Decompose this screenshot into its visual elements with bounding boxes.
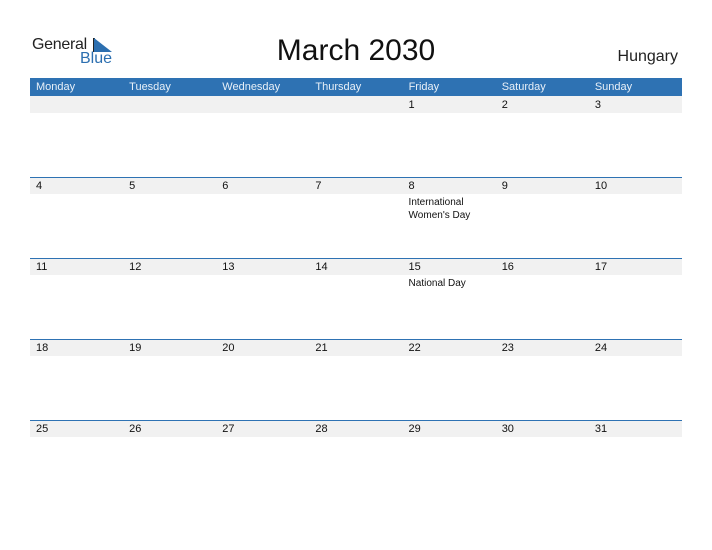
day-number: 22 — [408, 342, 421, 354]
day-cell[interactable]: 25 — [30, 420, 123, 500]
day-cell[interactable]: 12 — [123, 258, 216, 338]
country-label: Hungary — [617, 48, 678, 65]
day-cell[interactable]: 18 — [30, 339, 123, 419]
day-number: 16 — [501, 261, 514, 273]
weekday-sunday: Sunday — [594, 81, 633, 93]
day-cell[interactable] — [309, 96, 402, 176]
day-cell[interactable]: 29 — [403, 420, 496, 500]
weekday-saturday: Saturday — [501, 81, 546, 93]
day-cell[interactable]: 3 — [589, 96, 682, 176]
day-number: 14 — [315, 261, 328, 273]
day-cell[interactable]: 27 — [216, 420, 309, 500]
day-cell[interactable]: 26 — [123, 420, 216, 500]
day-cell[interactable]: 4 — [30, 177, 123, 257]
day-number: 24 — [594, 342, 608, 354]
day-number: 20 — [222, 342, 235, 354]
day-cell[interactable]: 11 — [30, 258, 123, 338]
holiday-label: International Women's Day — [408, 197, 471, 221]
day-cell[interactable]: 6 — [216, 177, 309, 257]
day-number: 12 — [129, 261, 142, 273]
day-number: 11 — [36, 261, 48, 273]
day-cell[interactable]: 16 — [496, 258, 589, 338]
weekday-friday: Friday — [408, 81, 440, 93]
weekday-wednesday: Wednesday — [222, 81, 281, 93]
day-cell[interactable]: 8 International Women's Day — [403, 177, 496, 257]
weekday-tuesday: Tuesday — [129, 81, 171, 93]
day-number: 10 — [594, 180, 608, 192]
day-cell[interactable]: 9 — [496, 177, 589, 257]
day-cell[interactable]: 31 — [589, 420, 682, 500]
day-cell[interactable]: 13 — [216, 258, 309, 338]
day-cell[interactable] — [123, 96, 216, 176]
weekday-monday: Monday — [36, 81, 76, 93]
day-cell[interactable]: 30 — [496, 420, 589, 500]
day-cell[interactable]: 17 — [589, 258, 682, 338]
day-number: 29 — [408, 423, 421, 435]
day-cell[interactable]: 20 — [216, 339, 309, 419]
weekday-thursday: Thursday — [315, 81, 362, 93]
day-number: 4 — [36, 180, 43, 192]
day-cell[interactable]: 10 — [589, 177, 682, 257]
day-number: 15 — [408, 261, 421, 273]
day-cell[interactable]: 1 — [403, 96, 496, 176]
week-row: 25 26 27 28 29 30 31 — [30, 420, 682, 500]
day-cell[interactable]: 28 — [309, 420, 402, 500]
day-number: 6 — [222, 180, 229, 192]
day-cell[interactable]: 7 — [309, 177, 402, 257]
weekday-header: Monday Tuesday Wednesday Thursday Friday… — [30, 78, 682, 96]
day-number: 23 — [501, 342, 514, 354]
week-row: 4 5 6 7 8 International Women's Day 9 10 — [30, 177, 682, 257]
day-number: 27 — [222, 423, 235, 435]
day-cell[interactable]: 19 — [123, 339, 216, 419]
day-cell[interactable]: 15 National Day — [403, 258, 496, 338]
day-number: 31 — [594, 423, 608, 435]
day-cell[interactable]: 5 — [123, 177, 216, 257]
day-number: 25 — [36, 423, 49, 435]
day-number: 2 — [501, 99, 508, 111]
day-number: 9 — [501, 180, 508, 192]
day-cell[interactable]: 24 — [589, 339, 682, 419]
week-row: 11 12 13 14 15 National Day 16 17 — [30, 258, 682, 338]
week-row: 1 2 3 — [30, 96, 682, 176]
day-cell[interactable]: 22 — [403, 339, 496, 419]
day-number: 17 — [594, 261, 608, 273]
day-cell[interactable]: 2 — [496, 96, 589, 176]
day-number: 19 — [129, 342, 142, 354]
day-number: 5 — [129, 180, 136, 192]
day-number: 30 — [501, 423, 514, 435]
day-number: 7 — [315, 180, 322, 192]
day-number: 1 — [408, 99, 415, 111]
day-cell[interactable] — [30, 96, 123, 176]
week-row: 18 19 20 21 22 23 24 — [30, 339, 682, 419]
day-number: 26 — [129, 423, 142, 435]
day-number: 3 — [594, 99, 601, 111]
day-cell[interactable]: 14 — [309, 258, 402, 338]
day-cell[interactable]: 23 — [496, 339, 589, 419]
calendar-title: March 2030 — [276, 34, 436, 67]
day-number: 8 — [408, 180, 415, 192]
day-number: 13 — [222, 261, 235, 273]
holiday-label: National Day — [408, 278, 466, 289]
day-number: 21 — [315, 342, 328, 354]
day-number: 18 — [36, 342, 49, 354]
day-cell[interactable]: 21 — [309, 339, 402, 419]
day-cell[interactable] — [216, 96, 309, 176]
day-number: 28 — [315, 423, 328, 435]
